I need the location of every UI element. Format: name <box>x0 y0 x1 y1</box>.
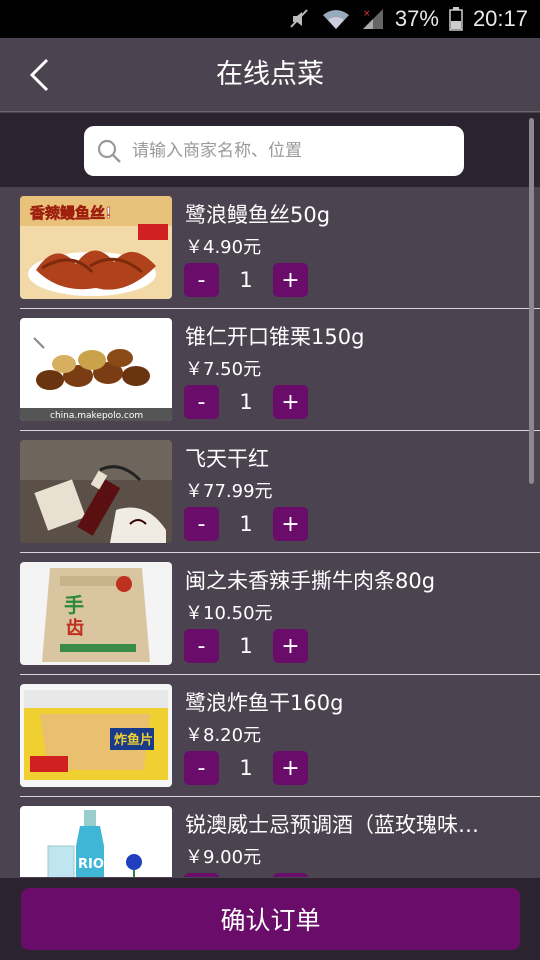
svg-text:香辣鳗鱼丝!: 香辣鳗鱼丝! <box>30 204 112 222</box>
product-list[interactable]: 香辣鳗鱼丝! 鹭浪鳗鱼丝50g ￥4.90元 - 1 + china.makep… <box>0 187 540 877</box>
svg-text:china.makepolo.com: china.makepolo.com <box>50 411 143 421</box>
product-price: ￥8.20元 <box>185 725 262 746</box>
product-row[interactable]: 炸鱼片 鹭浪炸鱼干160g ￥8.20元 - 1 + <box>20 675 540 797</box>
product-row[interactable]: 手 齿 闽之未香辣手撕牛肉条80g ￥10.50元 - 1 + <box>20 553 540 675</box>
product-name: 锥仁开口锥栗150g <box>185 325 365 349</box>
svg-text:手: 手 <box>64 593 84 617</box>
increase-button[interactable]: + <box>273 385 308 419</box>
product-name: 鹭浪炸鱼干160g <box>185 691 344 715</box>
quantity-value: 1 <box>239 512 253 536</box>
svg-text:炸鱼片: 炸鱼片 <box>114 732 153 748</box>
scrollbar[interactable] <box>529 118 534 484</box>
product-name: 鹭浪鳗鱼丝50g <box>185 203 331 227</box>
search-icon <box>97 139 121 163</box>
product-price: ￥4.90元 <box>185 237 262 258</box>
product-image <box>20 440 172 543</box>
quantity-value: 1 <box>239 268 253 292</box>
product-name: 闽之未香辣手撕牛肉条80g <box>185 569 436 593</box>
footer-bar: 确认订单 <box>0 878 540 960</box>
product-price: ￥10.50元 <box>185 603 273 624</box>
battery-icon <box>449 7 463 31</box>
page-title: 在线点菜 <box>216 59 324 90</box>
product-row[interactable]: 香辣鳗鱼丝! 鹭浪鳗鱼丝50g ￥4.90元 - 1 + <box>20 187 540 309</box>
product-price: ￥9.00元 <box>185 847 262 868</box>
product-price: ￥77.99元 <box>185 481 273 502</box>
increase-button[interactable]: + <box>273 263 308 297</box>
quantity-stepper: - 1 + <box>184 629 308 663</box>
increase-button[interactable]: + <box>273 507 308 541</box>
title-bar: 在线点菜 <box>0 38 540 112</box>
svg-text:×: × <box>363 9 371 19</box>
decrease-button[interactable]: - <box>184 751 219 785</box>
quantity-stepper: - 1 + <box>184 263 308 297</box>
clock: 20:17 <box>472 6 528 31</box>
product-name: 锐澳威士忌预调酒（蓝玫瑰味… <box>185 813 479 837</box>
product-image: 香辣鳗鱼丝! <box>20 196 172 299</box>
search-bar <box>0 113 540 187</box>
mute-icon <box>287 7 311 31</box>
status-bar: × 37% 20:17 <box>0 0 540 38</box>
svg-text:RIO: RIO <box>78 857 104 872</box>
decrease-button[interactable]: - <box>184 385 219 419</box>
quantity-stepper: - 1 + <box>184 385 308 419</box>
search-box[interactable] <box>84 126 464 176</box>
product-price: ￥7.50元 <box>185 359 262 380</box>
product-row[interactable]: RIO 锐澳威士忌预调酒（蓝玫瑰味… ￥9.00元 - 1 + <box>20 797 540 877</box>
wifi-icon <box>321 7 351 31</box>
quantity-value: 1 <box>239 756 253 780</box>
product-image: 炸鱼片 <box>20 684 172 787</box>
product-name: 飞天干红 <box>185 447 269 471</box>
search-input[interactable] <box>132 141 432 161</box>
decrease-button[interactable]: - <box>184 873 219 877</box>
product-image: RIO <box>20 806 172 877</box>
product-image: 手 齿 <box>20 562 172 665</box>
confirm-order-button[interactable]: 确认订单 <box>21 888 520 950</box>
increase-button[interactable]: + <box>273 873 308 877</box>
quantity-value: 1 <box>239 390 253 414</box>
increase-button[interactable]: + <box>273 629 308 663</box>
increase-button[interactable]: + <box>273 751 308 785</box>
product-row[interactable]: china.makepolo.com 锥仁开口锥栗150g ￥7.50元 - 1… <box>20 309 540 431</box>
quantity-stepper: - 1 + <box>184 873 308 877</box>
svg-text:齿: 齿 <box>66 617 84 639</box>
product-row[interactable]: 飞天干红 ￥77.99元 - 1 + <box>20 431 540 553</box>
decrease-button[interactable]: - <box>184 507 219 541</box>
quantity-stepper: - 1 + <box>184 507 308 541</box>
signal-icon: × <box>361 7 385 31</box>
decrease-button[interactable]: - <box>184 263 219 297</box>
quantity-stepper: - 1 + <box>184 751 308 785</box>
battery-level: 37% <box>394 6 439 31</box>
decrease-button[interactable]: - <box>184 629 219 663</box>
product-image: china.makepolo.com <box>20 318 172 421</box>
quantity-value: 1 <box>239 634 253 658</box>
